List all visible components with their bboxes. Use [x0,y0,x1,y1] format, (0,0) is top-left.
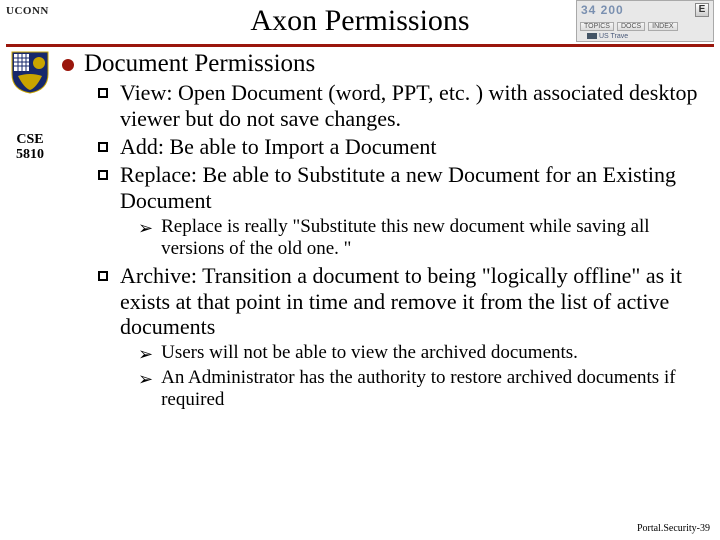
widget-numbers: 34 200 [581,3,624,17]
item-text: View: Open Document (word, PPT, etc. ) w… [120,80,706,132]
list-item: Add: Be able to Import a Document [98,134,706,160]
sub-note: ➢ Replace is really "Substitute this new… [138,216,706,261]
tab-docs[interactable]: DOCS [617,22,645,31]
close-icon[interactable]: E [695,3,709,17]
list-item: Replace: Be able to Substitute a new Doc… [98,162,706,214]
slide: UCONN Axon Permissions 34 200 E TOPICS D… [0,0,720,540]
arrow-icon: ➢ [138,370,153,388]
sidebar: CSE 5810 [4,50,56,163]
sub-note: ➢ Users will not be able to view the arc… [138,342,706,364]
note-text: An Administrator has the authority to re… [161,367,706,412]
widget-country: US Trave [587,33,628,40]
tab-topics[interactable]: TOPICS [580,22,614,31]
shield-logo [10,50,50,94]
header-rule [6,44,714,47]
bullet-square-icon [98,142,108,152]
arrow-icon: ➢ [138,219,153,237]
item-text: Add: Be able to Import a Document [120,134,436,160]
list-item: View: Open Document (word, PPT, etc. ) w… [98,80,706,132]
header: UCONN Axon Permissions 34 200 E TOPICS D… [0,0,720,48]
widget-tabs: TOPICS DOCS INDEX [580,22,678,31]
slide-footer: Portal.Security-39 [637,523,710,534]
heading-row: Document Permissions [62,50,706,78]
sub-note: ➢ An Administrator has the authority to … [138,367,706,412]
browser-widget: 34 200 E TOPICS DOCS INDEX US Trave [576,0,714,42]
bullet-square-icon [98,88,108,98]
content: Document Permissions View: Open Document… [62,50,706,414]
tab-index[interactable]: INDEX [648,22,677,31]
note-text: Users will not be able to view the archi… [161,342,578,364]
bullet-square-icon [98,170,108,180]
flag-icon [587,33,597,39]
bullet-square-icon [98,271,108,281]
course-number: 5810 [4,147,56,162]
course-dept: CSE [4,132,56,147]
bullet-circle-icon [62,59,74,71]
item-text: Replace: Be able to Substitute a new Doc… [120,162,706,214]
item-text: Archive: Transition a document to being … [120,263,706,341]
arrow-icon: ➢ [138,345,153,363]
list-item: Archive: Transition a document to being … [98,263,706,341]
course-code: CSE 5810 [4,132,56,163]
note-text: Replace is really "Substitute this new d… [161,216,706,261]
section-heading: Document Permissions [84,50,315,78]
